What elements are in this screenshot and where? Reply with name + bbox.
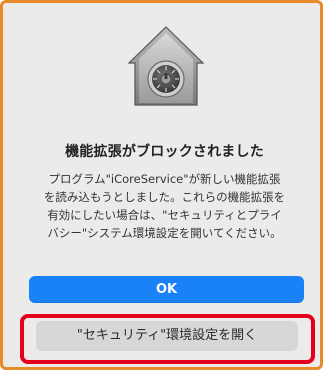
- ok-button[interactable]: OK: [29, 276, 304, 303]
- security-lock-icon: [127, 25, 205, 109]
- message-line: 有効にしたい場合は、"セキュリティとプライ: [47, 208, 282, 222]
- dialog-title: 機能拡張がブロックされました: [65, 144, 264, 160]
- page: 機能拡張がブロックされました プログラム"iCoreService"が新しい機能…: [0, 0, 323, 370]
- message-line: バシー"システム環境設定を開いてください。: [47, 226, 282, 240]
- highlight-annotation: [20, 314, 315, 364]
- extension-blocked-dialog: 機能拡張がブロックされました プログラム"iCoreService"が新しい機能…: [0, 0, 323, 370]
- dialog-message: プログラム"iCoreService"が新しい機能拡張 を読み込もうとしました。…: [25, 170, 304, 242]
- message-line: を読み込もうとしました。これらの機能拡張を: [43, 190, 286, 204]
- message-line: プログラム"iCoreService"が新しい機能拡張: [48, 172, 281, 186]
